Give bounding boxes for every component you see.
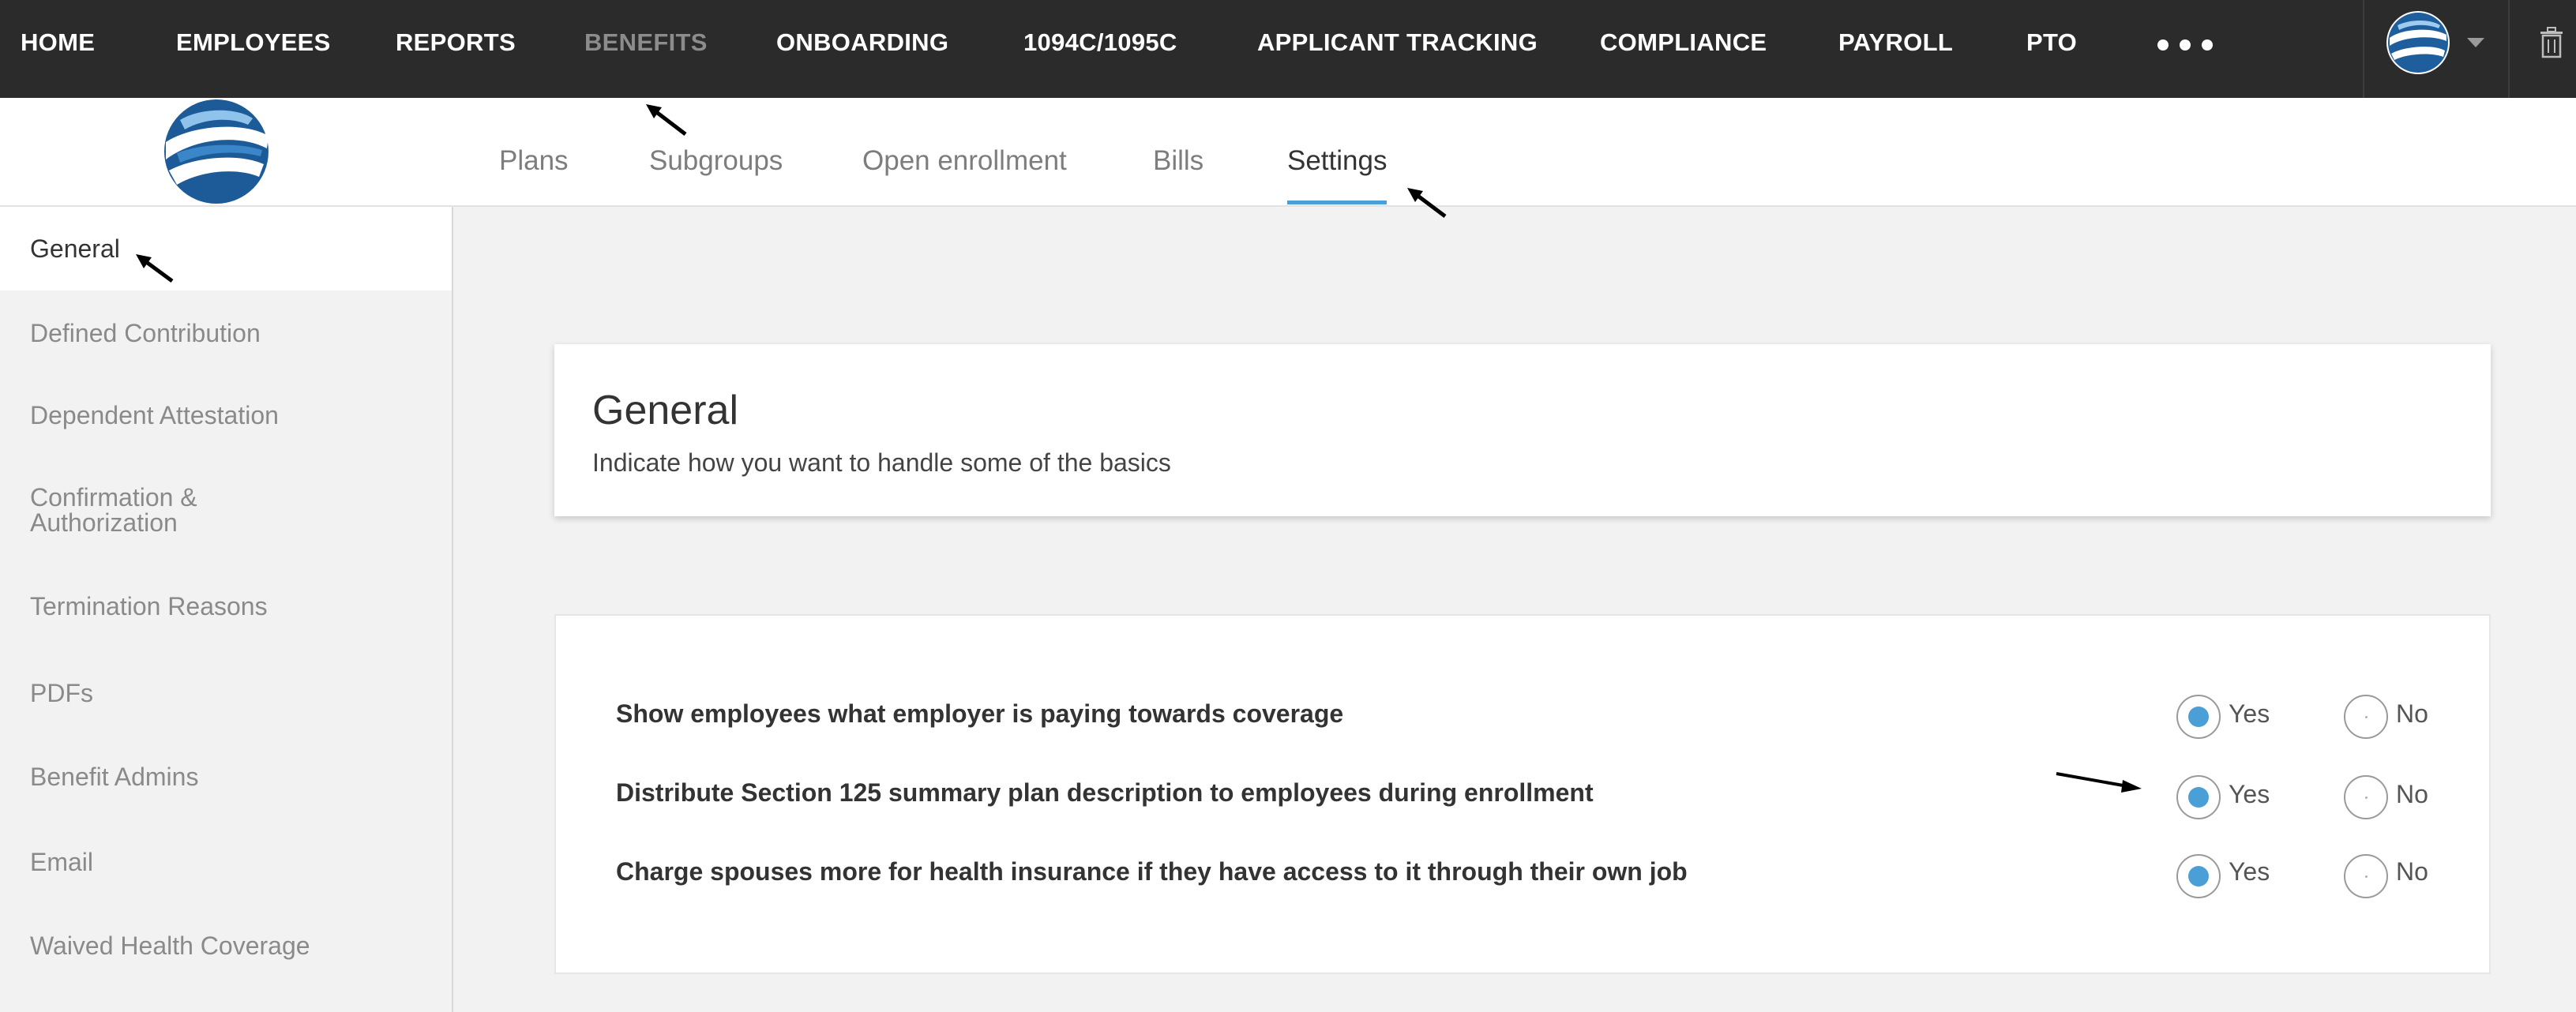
sidebar-item-dependent-attestation[interactable]: Dependent Attestation: [0, 376, 452, 455]
nav-compliance[interactable]: COMPLIANCE: [1600, 0, 1767, 85]
tab-open-enrollment[interactable]: Open enrollment: [862, 98, 1067, 205]
radio-no-employer-paying[interactable]: [2344, 695, 2388, 739]
more-dots-icon[interactable]: [2156, 30, 2219, 58]
nav-1094c-1095c[interactable]: 1094C/1095C: [1023, 0, 1177, 85]
radio-yes-section-125[interactable]: [2176, 775, 2221, 819]
section-subtitle: Indicate how you want to handle some of …: [592, 448, 1171, 477]
section-title: General: [592, 388, 738, 433]
tab-settings[interactable]: Settings: [1287, 98, 1387, 205]
top-navigation-bar: HOME EMPLOYEES REPORTS BENEFITS ONBOARDI…: [0, 0, 2576, 98]
company-logo: [161, 98, 272, 205]
tab-bills[interactable]: Bills: [1153, 98, 1204, 205]
radio-yes-employer-paying[interactable]: [2176, 695, 2221, 739]
nav-payroll[interactable]: PAYROLL: [1838, 0, 1953, 85]
benefits-subheader: Plans Subgroups Open enrollment Bills Se…: [0, 98, 2576, 207]
radio-yes-charge-spouses[interactable]: [2176, 854, 2221, 898]
radio-no-label: No: [2396, 699, 2428, 728]
radio-yes-label: Yes: [2229, 699, 2270, 728]
radio-no-section-125[interactable]: [2344, 775, 2388, 819]
sidebar-item-general[interactable]: General: [0, 207, 452, 290]
nav-divider: [2363, 0, 2364, 98]
active-tab-indicator: [1287, 201, 1387, 204]
radio-no-charge-spouses[interactable]: [2344, 854, 2388, 898]
nav-benefits[interactable]: BENEFITS: [584, 0, 708, 85]
setting-question-section-125: Distribute Section 125 summary plan desc…: [616, 778, 1594, 807]
sidebar-item-waived-health-coverage[interactable]: Waived Health Coverage: [0, 906, 452, 985]
sidebar-item-pdfs[interactable]: PDFs: [0, 654, 452, 733]
nav-divider-2: [2508, 0, 2510, 98]
general-settings-card: Show employees what employer is paying t…: [554, 614, 2491, 974]
tab-plans[interactable]: Plans: [499, 98, 569, 205]
sidebar-item-email[interactable]: Email: [0, 823, 452, 901]
radio-yes-label: Yes: [2229, 780, 2270, 808]
setting-question-employer-paying: Show employees what employer is paying t…: [616, 699, 1344, 728]
radio-yes-label: Yes: [2229, 857, 2270, 886]
globe-logo-icon[interactable]: [2386, 11, 2450, 74]
nav-onboarding[interactable]: ONBOARDING: [776, 0, 948, 85]
nav-home[interactable]: HOME: [21, 0, 95, 85]
setting-question-charge-spouses: Charge spouses more for health insurance…: [616, 857, 1688, 886]
sidebar-item-defined-contribution[interactable]: Defined Contribution: [0, 290, 452, 376]
nav-pto[interactable]: PTO: [2026, 0, 2077, 85]
nav-employees[interactable]: EMPLOYEES: [176, 0, 331, 85]
sidebar-item-termination-reasons[interactable]: Termination Reasons: [0, 567, 452, 646]
nav-applicant-tracking[interactable]: APPLICANT TRACKING: [1257, 0, 1538, 85]
settings-sidebar: General Defined Contribution Dependent A…: [0, 207, 453, 1012]
sidebar-item-confirmation-authorization[interactable]: Confirmation & Authorization: [0, 485, 316, 535]
trash-icon[interactable]: [2538, 27, 2565, 58]
caret-down-icon[interactable]: [2467, 38, 2484, 47]
sidebar-item-benefit-admins[interactable]: Benefit Admins: [0, 737, 452, 816]
general-header-card: General Indicate how you want to handle …: [554, 344, 2491, 516]
tab-subgroups[interactable]: Subgroups: [649, 98, 783, 205]
radio-no-label: No: [2396, 780, 2428, 808]
nav-reports[interactable]: REPORTS: [396, 0, 516, 85]
radio-no-label: No: [2396, 857, 2428, 886]
